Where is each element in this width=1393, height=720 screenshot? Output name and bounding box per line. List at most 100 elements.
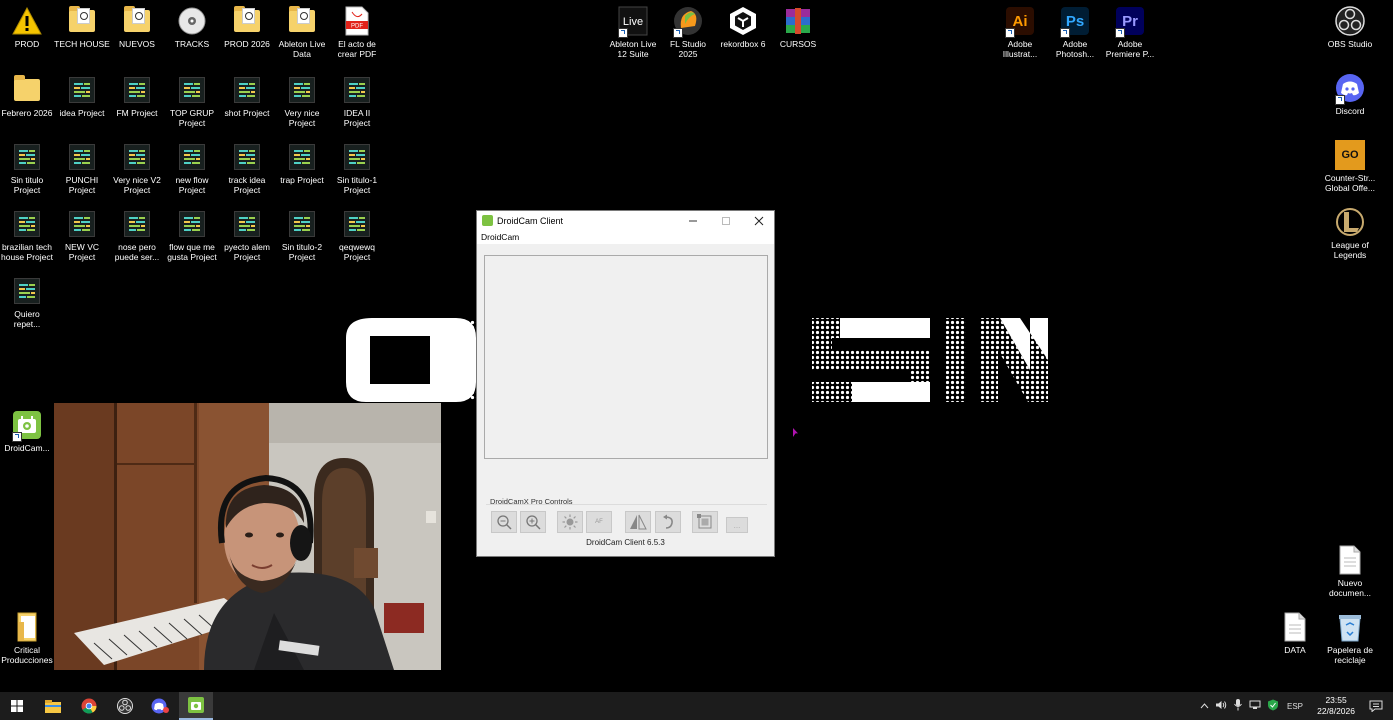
ableton-project-icon (12, 209, 42, 239)
desktop-icon-shot-project[interactable]: shot Project (219, 75, 275, 118)
zoom-out-button[interactable] (491, 511, 517, 533)
video-settings-button[interactable] (692, 511, 718, 533)
desktop-icon-ableton-live[interactable]: Live Ableton Live 12 Suite (605, 6, 661, 59)
desktop-icon-critical-producciones[interactable]: Critical Producciones (0, 612, 55, 665)
desktop-icon-track-idea-project[interactable]: track idea Project (219, 142, 275, 195)
desktop-icon-counter-strike[interactable]: GO Counter-Str... Global Offe... (1322, 140, 1378, 193)
window-titlebar[interactable]: DroidCam Client (477, 211, 774, 230)
language-indicator[interactable]: ESP (1282, 702, 1308, 711)
clock[interactable]: 23:55 22/8/2026 (1317, 695, 1355, 717)
maximize-icon (721, 216, 730, 225)
taskbar-file-explorer[interactable] (36, 692, 70, 720)
ableton-project-icon (122, 142, 152, 172)
desktop-icon-pdf[interactable]: PDF El acto de crear PDF (329, 6, 385, 59)
mirror-button[interactable] (625, 511, 651, 533)
brightness-button[interactable] (557, 511, 583, 533)
desktop-icon-obs-studio[interactable]: OBS Studio (1322, 6, 1378, 49)
folder-icon (67, 6, 97, 36)
desktop-icon-sin-titulo-project[interactable]: Sin titulo Project (0, 142, 55, 195)
volume-button[interactable] (1212, 700, 1230, 712)
desktop-icon-tracks[interactable]: TRACKS (164, 6, 220, 49)
desktop-icon-very-nice-project[interactable]: Very nice Project (274, 75, 330, 128)
security-button[interactable] (1264, 699, 1282, 713)
desktop-icon-quiero-repet[interactable]: Quiero repet... (0, 276, 55, 329)
illustrator-icon: Ai (1005, 6, 1035, 38)
network-button[interactable] (1246, 700, 1264, 712)
desktop-icon-tech-house[interactable]: TECH HOUSE (54, 6, 110, 49)
desktop-icon-nuevos[interactable]: NUEVOS (109, 6, 165, 49)
desktop-icon-idea-project[interactable]: idea Project (54, 75, 110, 118)
close-button[interactable] (742, 211, 775, 230)
droidcam-window[interactable]: DroidCam Client DroidCam DroidCamX Pro C… (476, 210, 775, 557)
folder-icon (122, 6, 152, 36)
desktop-icon-adobe-photoshop[interactable]: Ps Adobe Photosh... (1047, 6, 1103, 59)
ableton-project-icon (232, 209, 262, 239)
desktop-icon-new-vc-project[interactable]: NEW VC Project (54, 209, 110, 262)
desktop-icon-brazilian-tech-house-project[interactable]: brazilian tech house Project (0, 209, 55, 262)
file-explorer-icon (45, 699, 61, 713)
ableton-project-icon-graphic (69, 144, 95, 170)
ableton-project-icon-graphic (344, 77, 370, 103)
desktop-icon-febrero-2026[interactable]: Febrero 2026 (0, 75, 55, 118)
desktop-icon-very-nice-v2-project[interactable]: Very nice V2 Project (109, 142, 165, 195)
obs-icon (1335, 6, 1365, 36)
desktop-icon-adobe-premiere[interactable]: Pr Adobe Premiere P... (1102, 6, 1158, 59)
maximize-button[interactable] (709, 211, 742, 230)
desktop-icon-droidcam[interactable]: DroidCam... (0, 410, 55, 453)
network-icon (1249, 700, 1261, 709)
microphone-button[interactable] (1230, 699, 1246, 713)
minimize-button[interactable] (676, 211, 709, 230)
desktop-icon-idea-ii-project[interactable]: IDEA II Project (329, 75, 385, 128)
desktop-icon-recycle-bin[interactable]: Papelera de reciclaje (1322, 612, 1378, 665)
desktop-icon-nose-pero-puede-ser[interactable]: nose pero puede ser... (109, 209, 165, 262)
rotate-button[interactable] (655, 511, 681, 533)
microphone-icon (1234, 699, 1242, 711)
desktop-icon-adobe-illustrator[interactable]: Ai Adobe Illustrat... (992, 6, 1048, 59)
desktop-icon-flow-que-me-gusta-project[interactable]: flow que me gusta Project (164, 209, 220, 262)
desktop-icon-rekordbox[interactable]: rekordbox 6 (715, 6, 771, 49)
ableton-project-icon-graphic (289, 144, 315, 170)
desktop-icon-data[interactable]: DATA (1267, 612, 1323, 655)
droidcam-icon (12, 410, 42, 442)
desktop-icon-fl-studio[interactable]: FL Studio 2025 (660, 6, 716, 59)
clock-time: 23:55 (1325, 695, 1347, 705)
shortcut-arrow-icon (1335, 95, 1345, 105)
desktop-icon-prod[interactable]: PROD (0, 6, 55, 49)
desktop-icon-fm-project[interactable]: FM Project (109, 75, 165, 118)
ableton-project-icon-graphic (124, 211, 150, 237)
pdf-icon: PDF (342, 6, 372, 36)
desktop-icon-new-flow-project[interactable]: new flow Project (164, 142, 220, 195)
taskbar-chrome[interactable] (72, 692, 106, 720)
taskbar-droidcam[interactable] (179, 692, 213, 720)
desktop-icon-nuevo-documento[interactable]: Nuevo documen... (1322, 545, 1378, 598)
autofocus-button[interactable]: AF (586, 511, 612, 533)
obs-icon (117, 698, 133, 714)
desktop-icon-ableton-live-data[interactable]: Ableton Live Data (274, 6, 330, 59)
desktop-icon-prod-2026[interactable]: PROD 2026 (219, 6, 275, 49)
desktop-icon-sin-titulo-2-project[interactable]: Sin titulo-2 Project (274, 209, 330, 262)
desktop-icon-trap-project[interactable]: trap Project (274, 142, 330, 185)
taskbar-discord[interactable] (143, 692, 177, 720)
desktop-icon-league-of-legends[interactable]: League of Legends (1322, 207, 1378, 260)
ableton-project-icon-graphic (234, 211, 260, 237)
more-options-button[interactable]: ... (726, 517, 748, 533)
ableton-project-icon (287, 209, 317, 239)
desktop-icon-cursos[interactable]: CURSOS (770, 6, 826, 49)
mirror-icon (630, 514, 647, 530)
show-hidden-icons-button[interactable] (1196, 702, 1212, 711)
start-button[interactable] (0, 692, 34, 720)
zoom-in-button[interactable] (520, 511, 546, 533)
notification-center-button[interactable] (1359, 692, 1393, 720)
taskbar-obs[interactable] (108, 692, 142, 720)
desktop-icon-qeqwewq-project[interactable]: qeqwewq Project (329, 209, 385, 262)
desktop-icon-pyecto-alem-project[interactable]: pyecto alem Project (219, 209, 275, 262)
desktop-icon-top-grup-project[interactable]: TOP GRUP Project (164, 75, 220, 128)
text-document-icon (1335, 545, 1365, 575)
ableton-project-icon-graphic (344, 144, 370, 170)
desktop-icon-sin-titulo-1-project[interactable]: Sin titulo-1 Project (329, 142, 385, 195)
ableton-project-icon-graphic (124, 144, 150, 170)
ableton-project-icon (177, 209, 207, 239)
desktop-icon-punchi-project[interactable]: PUNCHI Project (54, 142, 110, 195)
menu-droidcam[interactable]: DroidCam (477, 230, 774, 244)
desktop-icon-discord[interactable]: Discord (1322, 73, 1378, 116)
